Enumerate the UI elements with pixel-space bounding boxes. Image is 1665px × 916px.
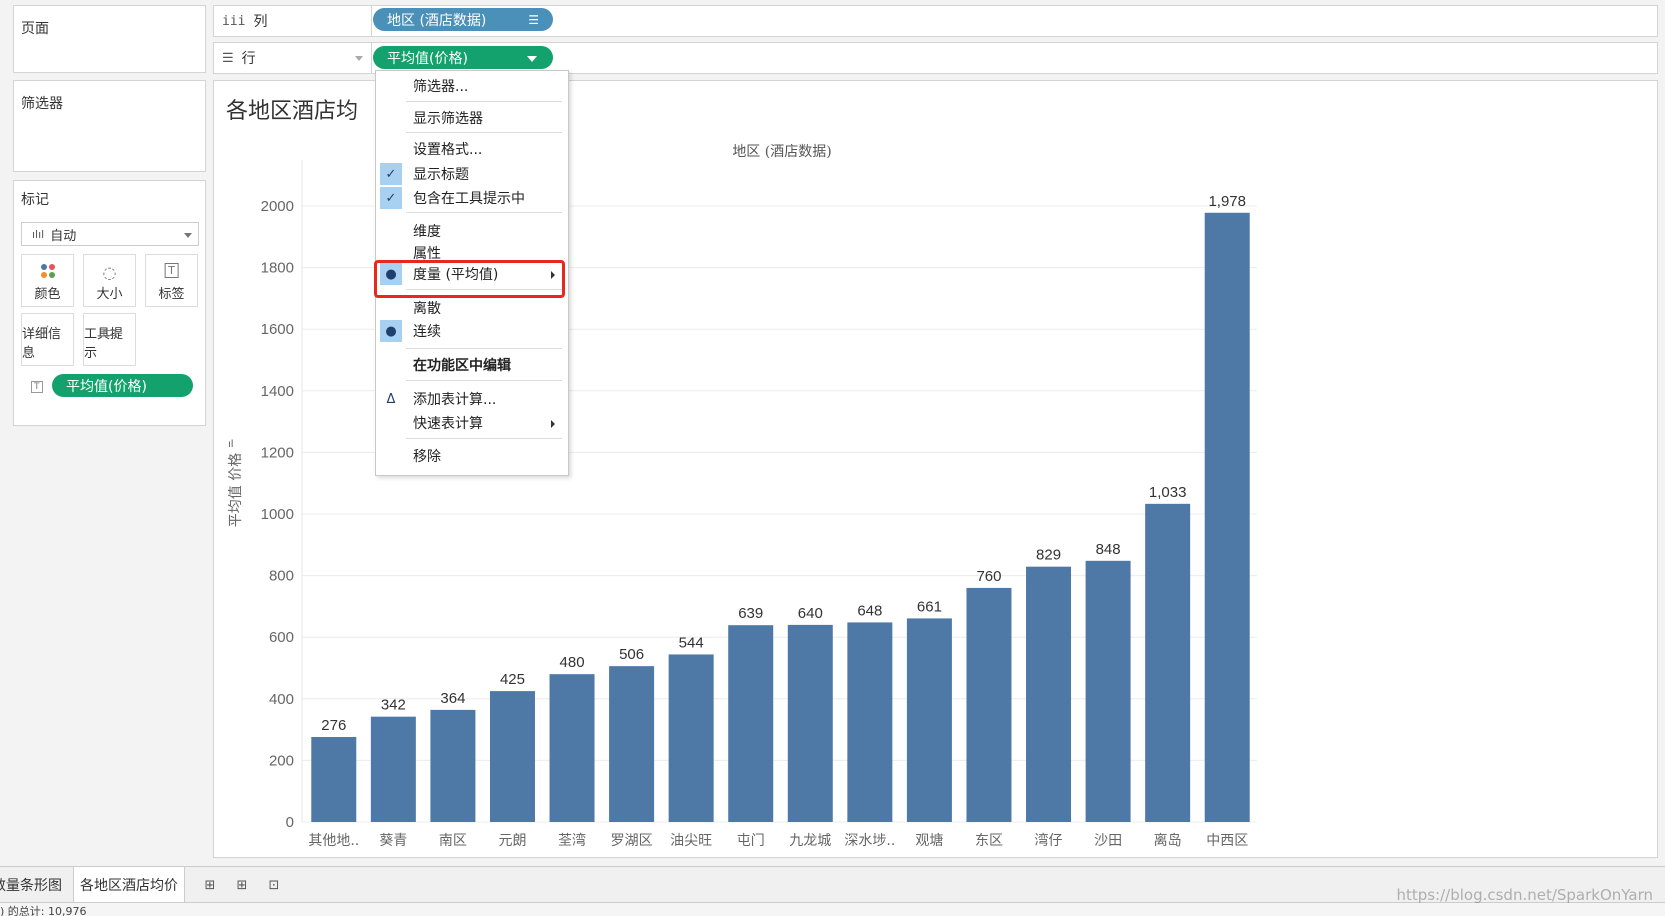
radio-dot-icon: ● <box>380 320 402 342</box>
checkmark-icon: ✓ <box>380 163 402 185</box>
text-mark-icon: T <box>31 381 43 393</box>
color-dots-icon <box>40 263 56 283</box>
columns-label: 列 <box>253 14 268 30</box>
mark-pill-label: 平均值(价格) <box>66 378 147 395</box>
rows-icon: ☰ <box>222 50 234 66</box>
mark-type-value: 自动 <box>50 228 77 244</box>
menu-item-continuous[interactable]: ● 连续 <box>377 320 567 342</box>
filters-title: 筛选器 <box>21 96 63 112</box>
new-sheet-icon[interactable]: ⊞ <box>200 875 220 895</box>
menu-item-format[interactable]: 设置格式... <box>377 138 567 160</box>
menu-separator <box>406 212 562 213</box>
menu-separator <box>406 132 562 133</box>
menu-item-label: 显示标题 <box>413 167 469 183</box>
tab-active-sheet[interactable]: 各地区酒店均价 <box>73 867 185 903</box>
text-label-icon: T <box>164 263 179 278</box>
marks-panel: 标记 ılıl 自动 颜色 ◌ 大小 T 标签 ∴ 详细信息 ▭ 工具提示 T … <box>13 180 206 426</box>
menu-item-label: 显示筛选器 <box>413 111 483 127</box>
pages-panel: 页面 <box>13 5 206 73</box>
tooltip-bubble-icon: ▭ <box>101 322 118 341</box>
status-text: ) 的总计: 10,976 <box>0 905 87 916</box>
checkmark-icon: ✓ <box>380 187 402 209</box>
mark-pill-avg-price[interactable]: 平均值(价格) <box>52 374 193 397</box>
bar-chart-icon: ılıl <box>32 227 45 241</box>
menu-item-filter[interactable]: 筛选器... <box>377 75 567 97</box>
menu-item-remove[interactable]: 移除 <box>377 445 567 467</box>
rows-pill-avg-price[interactable]: 平均值(价格) <box>373 46 553 69</box>
menu-item-label: 包含在工具提示中 <box>413 191 525 207</box>
new-story-icon[interactable]: ⊡ <box>264 875 284 895</box>
columns-shelf-label: iii 列 <box>214 6 372 36</box>
new-dashboard-icon[interactable]: ⊞ <box>232 875 252 895</box>
view-title: 各地区酒店均 <box>226 99 359 124</box>
columns-pill-region[interactable]: 地区 (酒店数据) ☰ <box>373 8 553 31</box>
detail-dots-icon: ∴ <box>43 322 52 336</box>
marks-title: 标记 <box>21 192 49 208</box>
menu-separator <box>406 348 562 349</box>
menu-item-quick-table-calc[interactable]: 快速表计算 <box>377 412 567 434</box>
highlight-box <box>374 260 565 298</box>
menu-separator <box>406 438 562 439</box>
label-button[interactable]: T 标签 <box>145 254 198 307</box>
filters-panel[interactable]: 筛选器 <box>13 80 206 172</box>
menu-item-edit-in-shelf[interactable]: 在功能区中编辑 <box>377 354 567 376</box>
tooltip-button[interactable]: ▭ 工具提示 <box>83 313 136 366</box>
menu-item-label: 设置格式... <box>413 142 483 158</box>
sort-icon: ☰ <box>528 12 539 27</box>
menu-item-label: 筛选器... <box>413 79 469 95</box>
menu-item-label: 离散 <box>413 301 441 317</box>
submenu-arrow-icon <box>551 420 555 428</box>
menu-item-discrete[interactable]: 离散 <box>377 297 567 319</box>
color-button[interactable]: 颜色 <box>21 254 74 307</box>
menu-item-label: 连续 <box>413 324 441 340</box>
mark-type-dropdown[interactable]: ılıl 自动 <box>21 222 199 246</box>
menu-item-include-tooltip[interactable]: ✓ 包含在工具提示中 <box>377 187 567 209</box>
rows-shelf-label: ☰ 行 <box>214 43 372 73</box>
menu-item-label: 维度 <box>413 224 441 240</box>
size-label: 大小 <box>96 287 123 302</box>
delta-icon: Δ <box>386 391 396 407</box>
menu-item-add-table-calc[interactable]: Δ 添加表计算... <box>377 388 567 410</box>
size-button[interactable]: ◌ 大小 <box>83 254 136 307</box>
menu-item-label: 快速表计算 <box>413 416 483 432</box>
watermark: https://blog.csdn.net/SparkOnYarn <box>1396 886 1653 904</box>
columns-icon: iii <box>222 13 246 29</box>
menu-separator <box>406 380 562 381</box>
menu-item-label: 在功能区中编辑 <box>413 358 511 374</box>
columns-pill-label: 地区 (酒店数据) <box>387 12 487 29</box>
chevron-down-icon <box>184 233 192 238</box>
color-label: 颜色 <box>34 287 61 302</box>
rows-pill-label: 平均值(价格) <box>387 50 468 67</box>
status-bar: ) 的总计: 10,976 <box>0 902 1665 916</box>
menu-item-show-filter[interactable]: 显示筛选器 <box>377 107 567 129</box>
menu-separator <box>406 101 562 102</box>
menu-item-label: 移除 <box>413 449 441 465</box>
label-label: 标签 <box>158 287 185 302</box>
chevron-down-icon[interactable] <box>355 56 363 61</box>
size-icon: ◌ <box>102 263 117 282</box>
tab-partial-sheet[interactable]: 数量条形图 <box>0 867 68 903</box>
menu-item-dimension[interactable]: 维度 <box>377 220 567 242</box>
menu-item-label: 添加表计算... <box>413 392 497 408</box>
caret-down-icon[interactable] <box>527 55 537 62</box>
detail-button[interactable]: ∴ 详细信息 <box>21 313 74 366</box>
rows-label: 行 <box>241 51 256 67</box>
menu-item-show-header[interactable]: ✓ 显示标题 <box>377 163 567 185</box>
pages-title: 页面 <box>21 21 49 37</box>
